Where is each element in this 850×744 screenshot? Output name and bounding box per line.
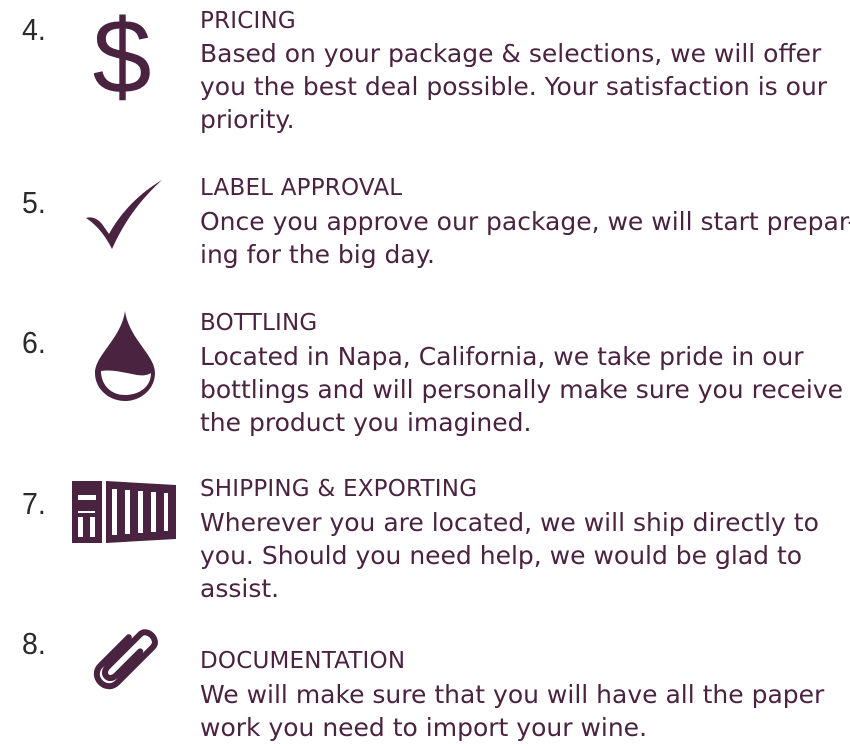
step-title: SHIPPING & EXPORTING xyxy=(200,476,478,502)
shipping-container-icon xyxy=(72,479,176,545)
step-number: 5. xyxy=(22,185,46,220)
description-line: Based on your package & selections, we w… xyxy=(200,39,822,68)
svg-text:$: $ xyxy=(94,2,150,106)
paperclip-icon xyxy=(86,617,166,697)
description-line: assist. xyxy=(200,574,280,603)
drop-icon xyxy=(93,309,157,403)
description-line: Located in Napa, California, we take pri… xyxy=(200,342,804,371)
step-title: DOCUMENTATION xyxy=(200,648,406,674)
description-line: the product you imagined. xyxy=(200,408,532,437)
step-description: Located in Napa, California, we take pri… xyxy=(200,340,843,439)
description-line: you. Should you need help, we would be g… xyxy=(200,541,803,570)
step-description: Based on your package & selections, we w… xyxy=(200,37,840,136)
description-line: priority. xyxy=(200,105,295,134)
step-description: We will make sure that you will have all… xyxy=(200,678,840,744)
step-title: LABEL APPROVAL xyxy=(200,175,403,201)
description-line: work you need to import your wine. xyxy=(200,713,648,742)
step-description: Once you approve our package, we will st… xyxy=(200,205,850,271)
dollar-sign-icon: $ xyxy=(94,2,150,106)
step-description: Wherever you are located, we will ship d… xyxy=(200,506,840,605)
description-line: Wherever you are located, we will ship d… xyxy=(200,508,819,537)
step-number: 7. xyxy=(22,486,46,521)
description-line: Once you approve our package, we will st… xyxy=(200,207,850,236)
step-title: BOTTLING xyxy=(200,310,318,336)
step-number: 8. xyxy=(22,626,46,661)
checkmark-icon xyxy=(84,180,164,250)
step-number: 6. xyxy=(22,325,46,360)
description-line: We will make sure that you will have all… xyxy=(200,680,825,709)
description-line: ing for the big day. xyxy=(200,240,435,269)
step-title: PRICING xyxy=(200,8,296,34)
description-line: you the best deal possible. Your satisfa… xyxy=(200,72,828,101)
description-line: bottlings and will personally make sure … xyxy=(200,375,843,404)
step-number: 4. xyxy=(22,12,46,47)
